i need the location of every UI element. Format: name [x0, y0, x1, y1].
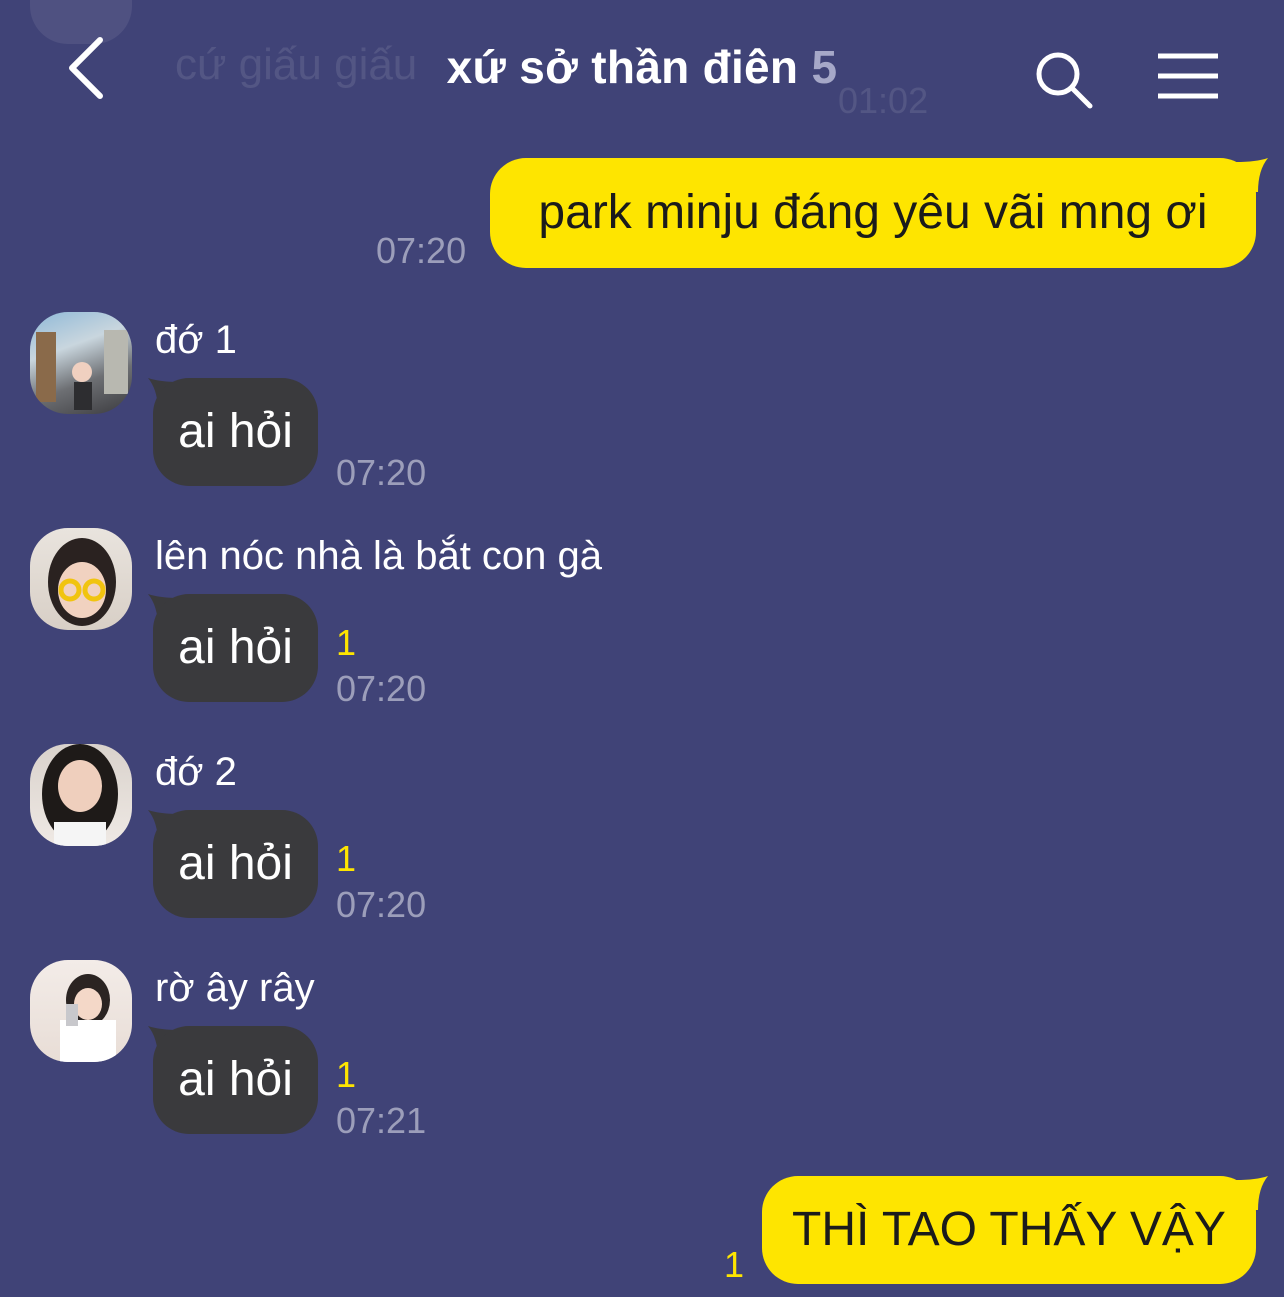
avatar-photo-icon — [36, 330, 128, 410]
search-icon — [1036, 52, 1093, 109]
hamburger-menu-icon — [1158, 53, 1218, 99]
member-count: 5 — [811, 41, 838, 93]
avatar-girl-selfie[interactable] — [30, 960, 132, 1062]
unread-count: 1 — [336, 838, 357, 879]
message-bubble[interactable]: ai hỏi — [153, 594, 318, 702]
avatar-girl-glasses[interactable] — [30, 528, 132, 630]
avatar-photo-icon — [60, 974, 116, 1062]
sender-name: rờ ây rây — [155, 966, 315, 1010]
message-bubble[interactable]: ai hỏi — [153, 1026, 318, 1134]
avatar-street-photo[interactable] — [30, 312, 132, 414]
message-time: 07:20 — [336, 668, 427, 709]
message-bubble[interactable]: ai hỏi — [153, 378, 318, 486]
avatar-photo-icon — [48, 538, 116, 626]
chat-title-text: xứ sở thần điên — [446, 41, 799, 93]
sender-name: đớ 1 — [155, 318, 237, 362]
sender-name: đớ 2 — [155, 750, 237, 794]
chat-header: xứ sở thần điên 5 — [0, 0, 1284, 140]
message-time: 07:20 — [336, 884, 427, 925]
search-button[interactable] — [1030, 46, 1098, 114]
unread-count: 1 — [336, 1054, 357, 1095]
message-time: 07:20 — [376, 230, 467, 271]
unread-count: 1 — [336, 622, 357, 663]
message-bubble[interactable]: THÌ TAO THẤY VẬY — [762, 1176, 1256, 1284]
message-time: 07:20 — [336, 452, 427, 493]
menu-button[interactable] — [1150, 46, 1226, 106]
message-bubble[interactable]: ai hỏi — [153, 810, 318, 918]
message-time: 07:21 — [336, 1100, 427, 1141]
sender-name: lên nóc nhà là bắt con gà — [155, 534, 603, 578]
avatar-photo-icon — [42, 744, 118, 846]
message-bubble[interactable]: park minju đáng yêu vãi mng ơi — [490, 158, 1256, 268]
unread-count: 1 — [724, 1244, 745, 1285]
avatar-girl-dark-hair[interactable] — [30, 744, 132, 846]
